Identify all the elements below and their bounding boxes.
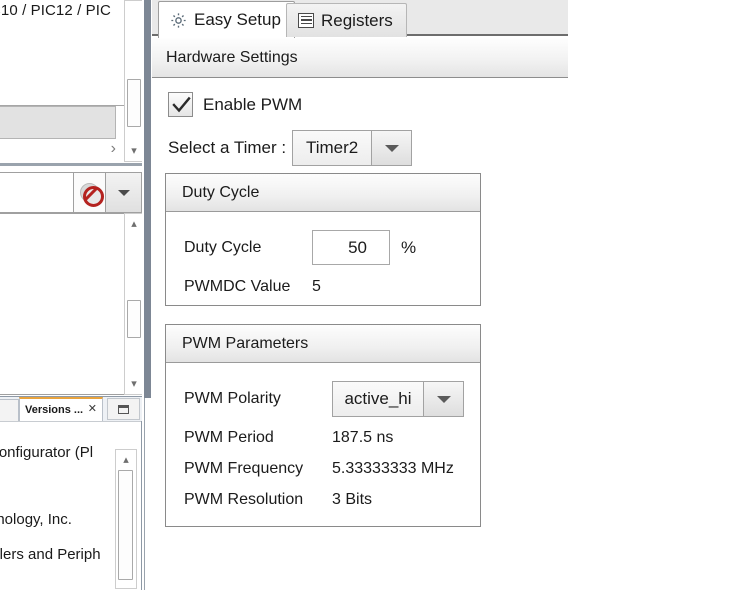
select-timer-label: Select a Timer : [168, 138, 286, 158]
enable-pwm-row[interactable]: Enable PWM [168, 92, 302, 117]
tab-registers-label: Registers [321, 11, 393, 31]
blocked-icon [80, 183, 99, 202]
scrollbar-thumb[interactable] [127, 79, 141, 127]
splitter-bar-top[interactable] [144, 0, 151, 398]
chevron-down-icon [118, 190, 130, 196]
minimize-button[interactable] [107, 398, 140, 420]
pin-combo-row[interactable] [0, 172, 142, 213]
pwm-period-row: PWM Period 187.5 ns [184, 429, 393, 447]
tab-versions[interactable]: Versions ... ✕ [19, 397, 103, 421]
select-timer-row: Select a Timer : Timer2 [168, 130, 412, 166]
pwm-parameters-group-body: PWM Polarity active_hi PWM Period 187.5 … [166, 363, 480, 526]
pwm-polarity-dropdown-button[interactable] [424, 381, 464, 417]
app-window: C10 / PIC12 / PIC › ▾ ▴ ▾ [0, 0, 738, 590]
versions-line: hnology, Inc. [0, 511, 72, 528]
tab-registers[interactable]: Registers [286, 3, 407, 37]
device-expand-row[interactable]: › [0, 139, 122, 161]
device-panel-scrollbar[interactable]: ▾ [124, 0, 144, 162]
select-timer-dropdown-button[interactable] [372, 130, 412, 166]
easy-setup-pane: Easy Setup Registers Hardware Settings E… [152, 0, 738, 590]
blocked-button[interactable] [73, 172, 106, 213]
pwmdc-label: PWMDC Value [184, 278, 312, 296]
scroll-down-icon[interactable]: ▾ [125, 376, 143, 392]
pin-combo-field[interactable] [0, 172, 74, 213]
minimize-icon [118, 405, 129, 414]
scroll-up-icon[interactable]: ▴ [125, 216, 143, 232]
select-timer-value[interactable]: Timer2 [292, 130, 372, 166]
close-icon[interactable]: ✕ [88, 404, 97, 415]
pwm-parameters-group-title: PWM Parameters [166, 325, 480, 363]
duty-cycle-field-row: Duty Cycle 50 % [184, 230, 416, 265]
versions-line: Configurator (Pl [0, 444, 93, 461]
pwm-polarity-combo[interactable]: active_hi [332, 381, 464, 417]
versions-scrollbar[interactable]: ▴ [115, 449, 137, 589]
tab-easy-setup-label: Easy Setup [194, 10, 281, 30]
chevron-right-icon[interactable]: › [111, 140, 116, 158]
scroll-down-icon[interactable]: ▾ [125, 143, 143, 159]
tab-bar: Easy Setup Registers [152, 0, 568, 36]
resource-list-panel[interactable] [0, 213, 142, 395]
enable-pwm-checkbox[interactable] [168, 92, 193, 117]
check-icon [172, 96, 191, 115]
section-header: Hardware Settings [152, 38, 568, 78]
pwm-frequency-value: 5.33333333 MHz [332, 460, 454, 478]
left-panel-region: C10 / PIC12 / PIC › ▾ ▴ ▾ [0, 0, 152, 590]
pwm-period-label: PWM Period [184, 429, 332, 447]
list-icon [298, 13, 314, 28]
splitter-bar-bottom[interactable] [144, 398, 151, 590]
duty-cycle-group-body: Duty Cycle 50 % PWMDC Value 5 [166, 212, 480, 305]
pwmdc-value: 5 [312, 278, 321, 296]
pwmdc-value-row: PWMDC Value 5 [184, 278, 321, 296]
chevron-down-icon [385, 145, 399, 152]
pwm-frequency-label: PWM Frequency [184, 460, 332, 478]
duty-cycle-unit: % [401, 238, 416, 258]
tab-versions-label: Versions ... [25, 404, 83, 416]
versions-tab-strip: Versions ... ✕ [0, 397, 142, 421]
scrollbar-thumb[interactable] [127, 300, 141, 338]
pwm-polarity-value[interactable]: active_hi [332, 381, 424, 417]
enable-pwm-label: Enable PWM [203, 95, 302, 115]
pwm-period-value: 187.5 ns [332, 429, 393, 447]
duty-cycle-input[interactable]: 50 [312, 230, 390, 265]
gear-icon [170, 12, 187, 29]
scrollbar-thumb[interactable] [118, 470, 133, 580]
duty-cycle-group-title: Duty Cycle [166, 174, 480, 212]
pwm-resolution-value: 3 Bits [332, 491, 372, 509]
versions-dock-window: Versions ... ✕ Configurator (Pl hnology,… [0, 396, 142, 590]
pwm-polarity-row: PWM Polarity active_hi [184, 381, 464, 417]
dock-tab-partial[interactable] [0, 399, 19, 421]
duty-cycle-group: Duty Cycle Duty Cycle 50 % PWMDC Value 5 [165, 173, 481, 306]
resource-list-scrollbar[interactable]: ▴ ▾ [124, 213, 144, 395]
device-selected-row[interactable] [0, 106, 116, 139]
device-list-panel[interactable]: C10 / PIC12 / PIC [0, 0, 128, 106]
pwm-parameters-group: PWM Parameters PWM Polarity active_hi PW… [165, 324, 481, 527]
versions-line: ollers and Periph [0, 546, 101, 563]
panel-divider [0, 163, 144, 166]
select-timer-combo[interactable]: Timer2 [292, 130, 412, 166]
tab-easy-setup[interactable]: Easy Setup [158, 1, 295, 38]
pwm-resolution-row: PWM Resolution 3 Bits [184, 491, 372, 509]
duty-cycle-label: Duty Cycle [184, 239, 312, 257]
pwm-frequency-row: PWM Frequency 5.33333333 MHz [184, 460, 454, 478]
pwm-polarity-label: PWM Polarity [184, 390, 332, 408]
scroll-up-icon[interactable]: ▴ [116, 452, 136, 468]
pwm-resolution-label: PWM Resolution [184, 491, 332, 509]
pin-combo-dropdown-button[interactable] [105, 172, 142, 213]
chevron-down-icon [437, 396, 451, 403]
device-family-text: C10 / PIC12 / PIC [0, 2, 111, 19]
